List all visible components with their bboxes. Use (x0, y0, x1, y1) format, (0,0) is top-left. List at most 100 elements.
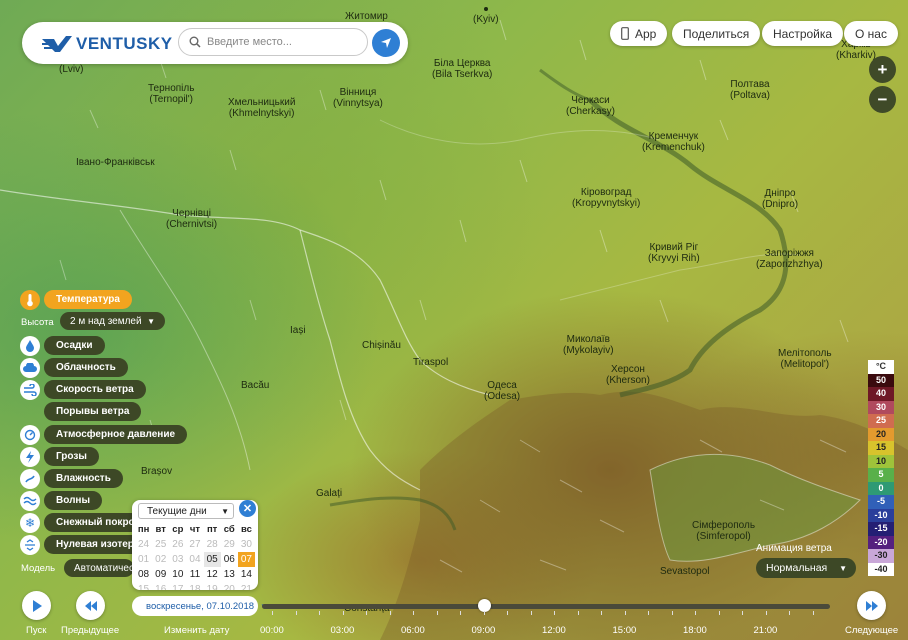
layer-temperature[interactable]: Температура (20, 289, 132, 310)
calendar-day[interactable]: 10 (169, 567, 186, 582)
model-select[interactable]: Автоматический (64, 559, 134, 577)
cloud-icon (20, 357, 40, 378)
hour-label: 06:00 (401, 625, 425, 636)
hour-tick (718, 611, 720, 615)
logo[interactable]: VENTUSKY (42, 34, 173, 54)
weekday-header: пн (137, 524, 150, 535)
layer-label: Осадки (44, 336, 105, 355)
settings-button-label: Настройка (773, 26, 833, 41)
share-button[interactable]: Поделиться (672, 21, 761, 46)
hour-tick (601, 611, 602, 615)
layer-wind-gusts[interactable]: Порывы ветра (20, 402, 142, 421)
city-iasi: Iași (290, 325, 306, 336)
hour-tick (366, 611, 367, 615)
hour-tick (577, 611, 579, 615)
calendar-day[interactable]: 08 (135, 567, 152, 582)
layer-clouds[interactable]: Облачность (20, 357, 128, 378)
hour-tick (671, 611, 673, 615)
legend-swatch: 25 (868, 414, 894, 428)
legend-swatch: -30 (868, 549, 894, 563)
height-label: Высота (21, 317, 54, 328)
layer-label: Порывы ветра (44, 402, 142, 421)
range-select[interactable]: Текущие дни ▼ (138, 503, 234, 519)
calendar-day: 04 (189, 554, 201, 565)
previous-label: Предыдущее (61, 625, 120, 636)
timeline-track[interactable] (262, 604, 830, 609)
rewind-icon (84, 600, 97, 611)
search-box[interactable] (178, 28, 368, 56)
city-melitopol: Мелітополь (Melitopol') (778, 348, 832, 370)
calendar-day[interactable]: 11 (186, 567, 203, 582)
height-select[interactable]: 2 м над землей ▼ (60, 312, 165, 330)
hour-tick (695, 611, 696, 615)
play-label: Пуск (26, 625, 47, 636)
thermometer-icon (20, 289, 40, 310)
header-bar: VENTUSKY (22, 22, 408, 64)
calendar-day: 18 (189, 584, 201, 590)
chevron-down-icon: ▼ (839, 563, 847, 573)
calendar-day: 03 (172, 554, 184, 565)
legend-swatch: 30 (868, 400, 894, 414)
calendar-day: 29 (223, 539, 235, 550)
layer-label: Влажность (44, 469, 123, 488)
hour-tick (272, 611, 273, 615)
calendar-day: 17 (172, 584, 184, 590)
locate-button[interactable] (372, 29, 400, 57)
city-mykolayiv: Миколаїв (Mykolayiv) (563, 334, 614, 356)
city-brasov: Brașov (141, 466, 173, 477)
zoom-out-button[interactable]: − (869, 86, 896, 113)
about-button[interactable]: О нас (844, 21, 898, 46)
calendar-day: 26 (172, 539, 184, 550)
calendar-day[interactable]: 13 (221, 567, 238, 582)
layer-wind-speed[interactable]: Скорость ветра (20, 379, 146, 400)
calendar-day: 28 (206, 539, 218, 550)
calendar-day: 01 (138, 554, 150, 565)
calendar-day[interactable]: 06 (221, 552, 238, 567)
layer-waves[interactable]: Волны (20, 490, 103, 511)
caret-down-icon: ▼ (221, 506, 229, 516)
next-button[interactable] (857, 591, 886, 620)
calendar-day: 24 (138, 539, 150, 550)
minus-icon: − (877, 89, 888, 109)
wind-animation-select[interactable]: Нормальная ▼ (756, 558, 856, 578)
calendar-day: 19 (206, 584, 218, 590)
layer-label: Скорость ветра (44, 380, 146, 399)
zoom-in-button[interactable]: + (869, 56, 896, 83)
weekday-header: вт (155, 524, 166, 535)
search-icon (189, 36, 201, 48)
humidity-icon (20, 468, 40, 489)
date-picker: Текущие дни ▼ пн вт ср чт пт сб вс 24 25 26 27 28 29… (132, 500, 258, 590)
hour-tick (389, 611, 391, 615)
calendar-day[interactable]: 05 (203, 552, 221, 567)
calendar-day[interactable]: 14 (238, 567, 255, 582)
layer-humidity[interactable]: Влажность (20, 468, 123, 489)
legend-swatch: 10 (868, 454, 894, 468)
weekday-header: вс (240, 524, 252, 535)
hour-tick (742, 611, 743, 615)
close-calendar-button[interactable]: ✕ (239, 500, 256, 517)
layer-precipitation[interactable]: Осадки (20, 335, 105, 356)
play-button[interactable] (22, 591, 51, 620)
hour-label: 18:00 (683, 625, 707, 636)
layer-label: Атмосферное давление (44, 425, 188, 444)
previous-button[interactable] (76, 591, 105, 620)
legend-swatch: -15 (868, 522, 894, 536)
layer-storms[interactable]: Грозы (20, 446, 99, 467)
model-label: Модель (21, 563, 56, 574)
wind-icon (20, 379, 40, 400)
share-button-label: Поделиться (683, 26, 750, 41)
settings-button[interactable]: Настройка (762, 21, 844, 46)
city-bila-tserkva: Біла Церква (Bila Tserkva) (432, 58, 493, 80)
next-label: Следующее (845, 625, 899, 636)
calendar-day[interactable]: 09 (152, 567, 169, 582)
date-button[interactable]: воскресенье, 07.10.2018 ▼ (132, 596, 268, 616)
range-select-value: Текущие дни (147, 505, 207, 517)
play-icon (32, 599, 42, 612)
search-input[interactable] (207, 36, 347, 48)
layer-pressure[interactable]: Атмосферное давление (20, 424, 188, 445)
calendar-day[interactable]: 07 (237, 552, 255, 567)
location-arrow-icon (381, 38, 391, 48)
calendar-day[interactable]: 12 (204, 567, 221, 582)
app-button[interactable]: App (610, 21, 668, 46)
city-bacau: Bacău (241, 380, 270, 391)
